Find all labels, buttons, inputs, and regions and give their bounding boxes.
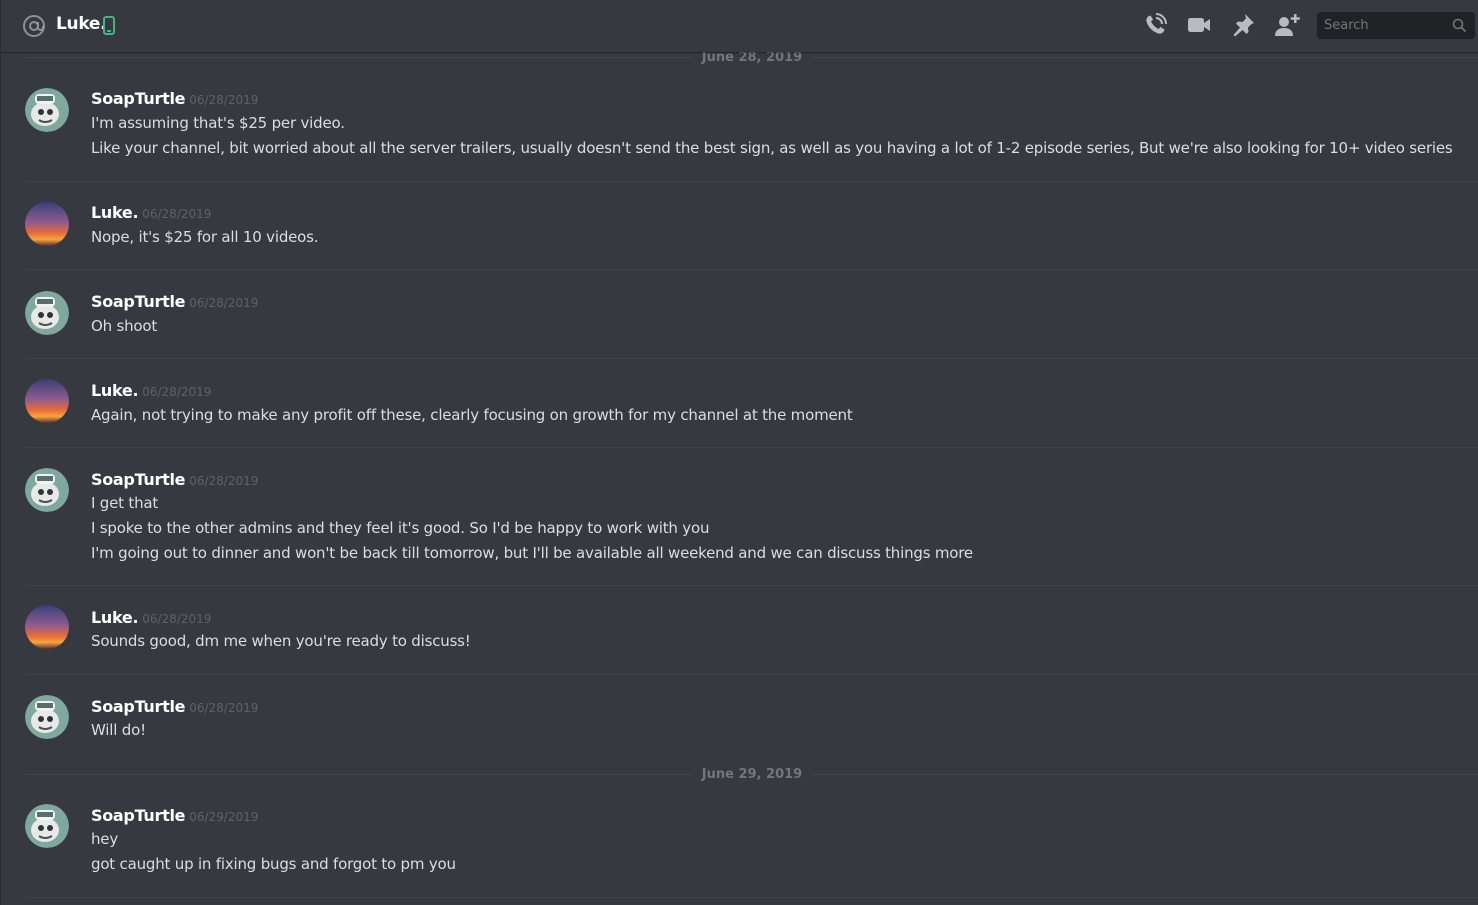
start-video-call-icon[interactable]	[1186, 12, 1212, 38]
at-sign-icon	[23, 15, 45, 37]
channel-header: Luke.	[1, 0, 1478, 52]
pinned-messages-icon[interactable]	[1230, 12, 1256, 38]
message-header: SoapTurtle 06/28/2019	[91, 89, 258, 108]
message-text: got caught up in fixing bugs and forgot …	[91, 855, 456, 873]
message-text: Sounds good, dm me when you're ready to …	[91, 632, 471, 650]
message-header: SoapTurtle 06/28/2019	[91, 292, 258, 311]
message-timestamp: 06/28/2019	[142, 385, 212, 399]
soapturtle-avatar[interactable]	[25, 695, 69, 739]
message-text: Like your channel, bit worried about all…	[91, 139, 1453, 157]
message-author[interactable]: SoapTurtle	[91, 697, 186, 716]
message-timestamp: 06/28/2019	[189, 93, 259, 107]
message-timestamp: 06/28/2019	[189, 474, 259, 488]
message-divider	[25, 897, 1478, 898]
message-timestamp: 06/28/2019	[142, 612, 212, 626]
message-divider	[25, 447, 1478, 448]
soapturtle-avatar[interactable]	[25, 88, 69, 132]
message-author[interactable]: SoapTurtle	[91, 470, 186, 489]
message-divider	[25, 358, 1478, 359]
message-text: hey	[91, 830, 119, 848]
date-divider-label: June 28, 2019	[691, 50, 813, 65]
message-header: Luke. 06/28/2019	[91, 381, 211, 400]
message-divider	[25, 269, 1478, 270]
message-text: I'm going out to dinner and won't be bac…	[91, 544, 973, 562]
message-author[interactable]: Luke.	[91, 381, 139, 400]
message-text: I get that	[91, 494, 159, 512]
message-text: Will do!	[91, 721, 146, 739]
message-header: SoapTurtle 06/28/2019	[91, 697, 258, 716]
message-author[interactable]: SoapTurtle	[91, 806, 186, 825]
message-header: Luke. 06/28/2019	[91, 203, 211, 222]
dm-recipient-name: Luke.	[56, 14, 107, 34]
dm-window: Luke. Search June 28, 2019 SoapTurtle 06…	[0, 0, 1478, 905]
message-header: SoapTurtle 06/28/2019	[91, 470, 258, 489]
message-timestamp: 06/28/2019	[189, 701, 259, 715]
message-divider	[25, 585, 1478, 586]
date-divider: June 29, 2019	[25, 767, 1478, 782]
add-friend-to-dm-icon[interactable]	[1274, 12, 1300, 38]
soapturtle-avatar[interactable]	[25, 291, 69, 335]
message-author[interactable]: SoapTurtle	[91, 292, 186, 311]
soapturtle-avatar[interactable]	[25, 804, 69, 848]
date-divider-label: June 29, 2019	[691, 767, 813, 782]
search-input[interactable]	[1317, 12, 1454, 39]
message-header: Luke. 06/28/2019	[91, 608, 211, 627]
search-icon	[1452, 18, 1467, 33]
message-text: Oh shoot	[91, 317, 158, 335]
message-timestamp: 06/29/2019	[189, 810, 259, 824]
date-divider: June 28, 2019	[25, 50, 1478, 65]
message-author[interactable]: Luke.	[91, 203, 139, 222]
soapturtle-avatar[interactable]	[25, 468, 69, 512]
message-text: I spoke to the other admins and they fee…	[91, 519, 710, 537]
message-text: Again, not trying to make any profit off…	[91, 406, 853, 424]
message-list[interactable]: June 28, 2019 SoapTurtle 06/28/2019 I'm a…	[1, 50, 1478, 905]
message-timestamp: 06/28/2019	[189, 296, 259, 310]
luke-avatar[interactable]	[25, 202, 69, 246]
start-voice-call-icon[interactable]	[1142, 12, 1168, 38]
message-text: Nope, it's $25 for all 10 videos.	[91, 228, 319, 246]
message-author[interactable]: Luke.	[91, 608, 139, 627]
mobile-phone-icon	[103, 16, 115, 35]
message-author[interactable]: SoapTurtle	[91, 89, 186, 108]
message-divider	[25, 181, 1478, 182]
luke-avatar[interactable]	[25, 379, 69, 423]
search-bar[interactable]	[1317, 12, 1475, 39]
message-text: I'm assuming that's $25 per video.	[91, 114, 345, 132]
message-header: SoapTurtle 06/29/2019	[91, 806, 258, 825]
luke-avatar[interactable]	[25, 605, 69, 649]
message-divider	[25, 674, 1478, 675]
message-timestamp: 06/28/2019	[142, 207, 212, 221]
